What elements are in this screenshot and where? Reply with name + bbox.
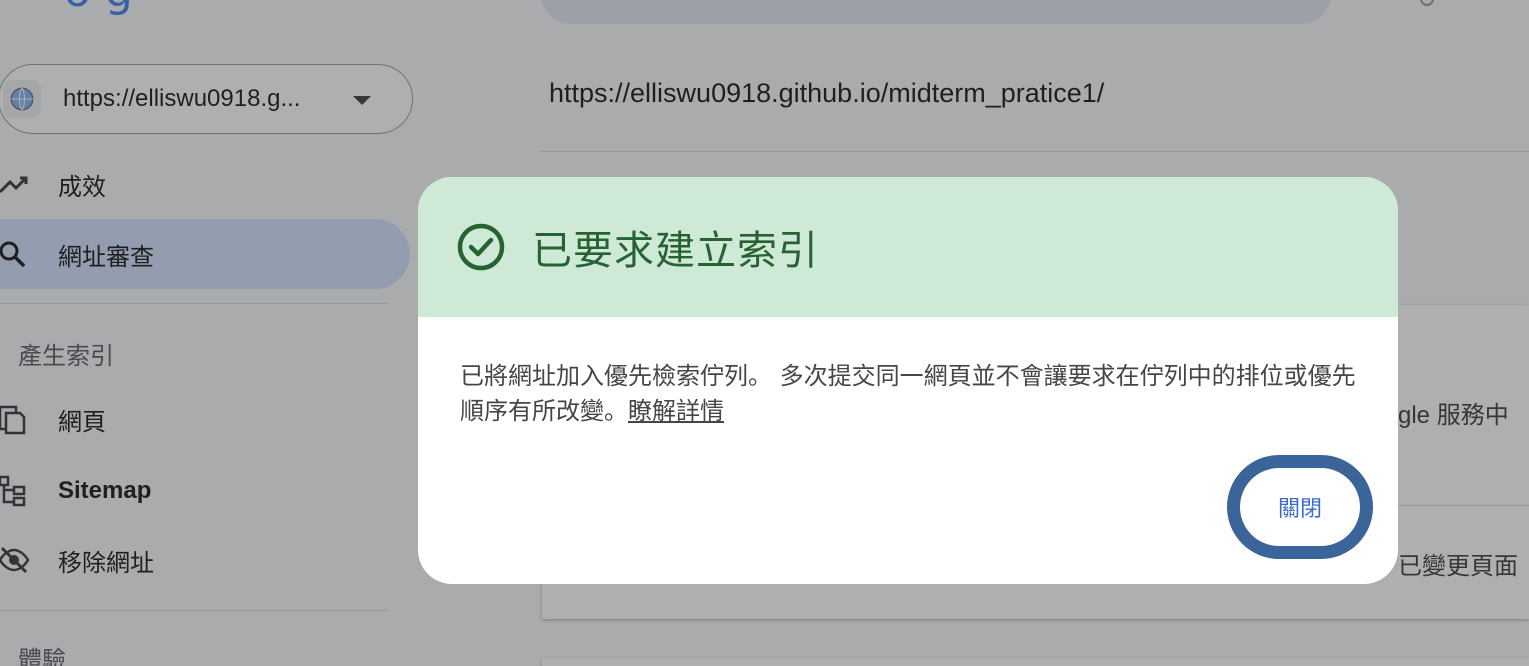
dialog-header: 已要求建立索引: [418, 177, 1398, 317]
learn-more-link[interactable]: 瞭解詳情: [628, 397, 724, 425]
dialog-message-text: 已將網址加入優先檢索佇列。 多次提交同一網頁並不會讓要求在佇列中的排位或優先順序…: [460, 362, 1356, 425]
dialog-message: 已將網址加入優先檢索佇列。 多次提交同一網頁並不會讓要求在佇列中的排位或優先順序…: [460, 359, 1360, 429]
close-button[interactable]: 關閉: [1227, 455, 1373, 559]
indexing-requested-dialog: 已要求建立索引 已將網址加入優先檢索佇列。 多次提交同一網頁並不會讓要求在佇列中…: [418, 177, 1398, 584]
check-circle-icon: [456, 222, 506, 272]
dialog-title: 已要求建立索引: [532, 228, 819, 274]
